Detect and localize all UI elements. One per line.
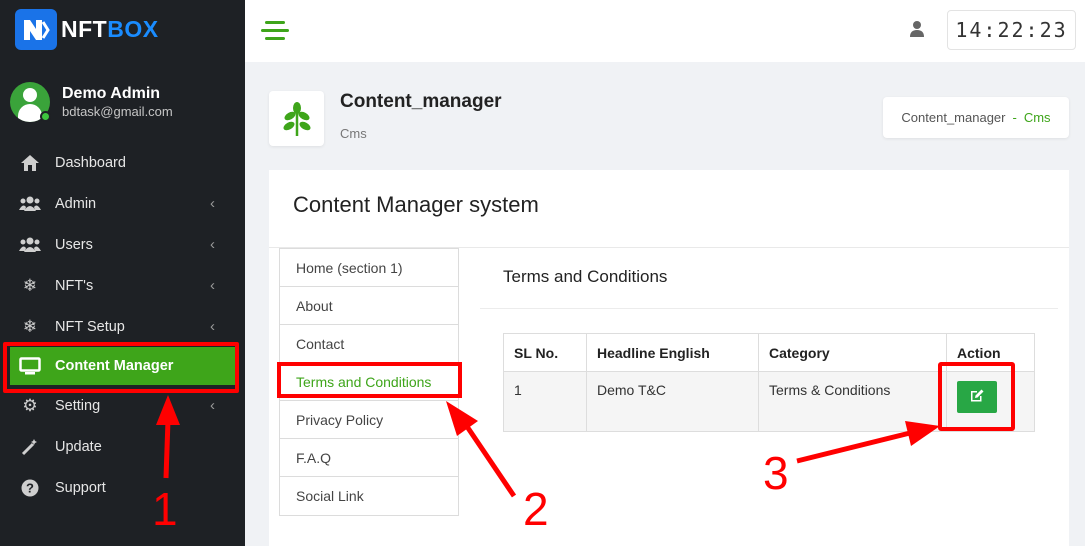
chevron-left-icon: ‹ bbox=[210, 236, 215, 253]
divider bbox=[480, 308, 1058, 309]
breadcrumb-parent[interactable]: Content_manager bbox=[901, 110, 1005, 125]
sidebar-item-users[interactable]: Users ‹ bbox=[0, 224, 245, 265]
sidebar-item-label: Setting bbox=[55, 397, 101, 414]
users-icon bbox=[19, 194, 41, 214]
home-icon bbox=[19, 153, 41, 173]
card-title: Content Manager system bbox=[293, 192, 539, 217]
menu-toggle-icon[interactable] bbox=[261, 21, 289, 41]
brand-name: NFTBOX bbox=[61, 16, 159, 42]
breadcrumb-current: Cms bbox=[1023, 110, 1051, 125]
gear-icon: ⚙ bbox=[22, 395, 38, 415]
sidebar-item-nfts[interactable]: ❄ NFT's ‹ bbox=[0, 265, 245, 306]
cell-category: Terms & Conditions bbox=[758, 371, 947, 432]
sidebar-item-label: Admin bbox=[55, 195, 97, 212]
sidebar-item-label: NFT Setup bbox=[55, 318, 125, 335]
chevron-left-icon: ‹ bbox=[210, 397, 215, 414]
sidebar-nav: Dashboard Admin ‹ Users ‹ ❄ NFT's ‹ ❄ NF… bbox=[0, 142, 245, 508]
sidebar-item-label: Dashboard bbox=[55, 154, 126, 171]
cell-headline: Demo T&C bbox=[586, 371, 759, 432]
chevron-left-icon: ‹ bbox=[210, 318, 215, 335]
sidebar-item-admin[interactable]: Admin ‹ bbox=[0, 183, 245, 224]
breadcrumb-separator: - bbox=[1012, 110, 1017, 125]
brand-logo[interactable]: NFTBOX bbox=[15, 9, 159, 50]
user-profile[interactable]: Demo Admin bdtask@gmail.com bbox=[10, 82, 173, 122]
highlight-box-sidebar bbox=[3, 342, 239, 393]
content-card: Content Manager system Home (section 1) … bbox=[269, 170, 1069, 546]
highlight-box-tab bbox=[277, 362, 462, 398]
page-subtitle: Cms bbox=[340, 126, 367, 141]
column-header-headline: Headline English bbox=[586, 333, 759, 372]
online-status-dot bbox=[40, 111, 51, 122]
magic-wand-icon bbox=[19, 437, 41, 457]
chevron-left-icon: ‹ bbox=[210, 195, 215, 212]
annotation-number-3: 3 bbox=[763, 447, 789, 499]
sidebar-item-label: Users bbox=[55, 236, 93, 253]
column-header-sl: SL No. bbox=[503, 333, 587, 372]
sidebar-item-dashboard[interactable]: Dashboard bbox=[0, 142, 245, 183]
snowflake-icon: ❄ bbox=[22, 316, 38, 336]
tab-about[interactable]: About bbox=[280, 287, 458, 325]
logo-icon bbox=[15, 9, 57, 50]
tab-social-link[interactable]: Social Link bbox=[280, 477, 458, 515]
leaf-icon bbox=[269, 91, 324, 146]
annotation-number-2: 2 bbox=[523, 483, 549, 535]
breadcrumb: Content_manager - Cms bbox=[883, 97, 1069, 138]
tab-home-section-1[interactable]: Home (section 1) bbox=[280, 249, 458, 287]
chevron-left-icon: ‹ bbox=[210, 277, 215, 294]
snowflake-icon: ❄ bbox=[22, 275, 38, 295]
cell-sl: 1 bbox=[503, 371, 587, 432]
svg-text:?: ? bbox=[26, 480, 34, 495]
highlight-box-edit-button bbox=[938, 362, 1015, 431]
tab-faq[interactable]: F.A.Q bbox=[280, 439, 458, 477]
user-email: bdtask@gmail.com bbox=[62, 104, 173, 119]
users-icon bbox=[19, 235, 41, 255]
question-circle-icon: ? bbox=[19, 478, 41, 498]
tab-contact[interactable]: Contact bbox=[280, 325, 458, 363]
sidebar-item-label: Support bbox=[55, 479, 106, 496]
tab-privacy-policy[interactable]: Privacy Policy bbox=[280, 401, 458, 439]
sidebar-item-label: Update bbox=[55, 438, 102, 455]
sidebar-item-update[interactable]: Update bbox=[0, 426, 245, 467]
sidebar-item-support[interactable]: ? Support bbox=[0, 467, 245, 508]
sidebar: NFTBOX Demo Admin bdtask@gmail.com Dashb… bbox=[0, 0, 245, 546]
sidebar-item-label: NFT's bbox=[55, 277, 94, 294]
page-title: Content_manager bbox=[340, 91, 502, 112]
sidebar-item-nft-setup[interactable]: ❄ NFT Setup ‹ bbox=[0, 306, 245, 347]
clock-display: 14:22:23 bbox=[947, 10, 1076, 50]
column-header-category: Category bbox=[758, 333, 947, 372]
topbar: 14:22:23 bbox=[245, 0, 1085, 62]
annotation-number-1: 1 bbox=[152, 483, 178, 535]
panel-title: Terms and Conditions bbox=[503, 267, 668, 286]
user-name: Demo Admin bbox=[62, 85, 161, 102]
user-icon[interactable] bbox=[909, 20, 925, 38]
